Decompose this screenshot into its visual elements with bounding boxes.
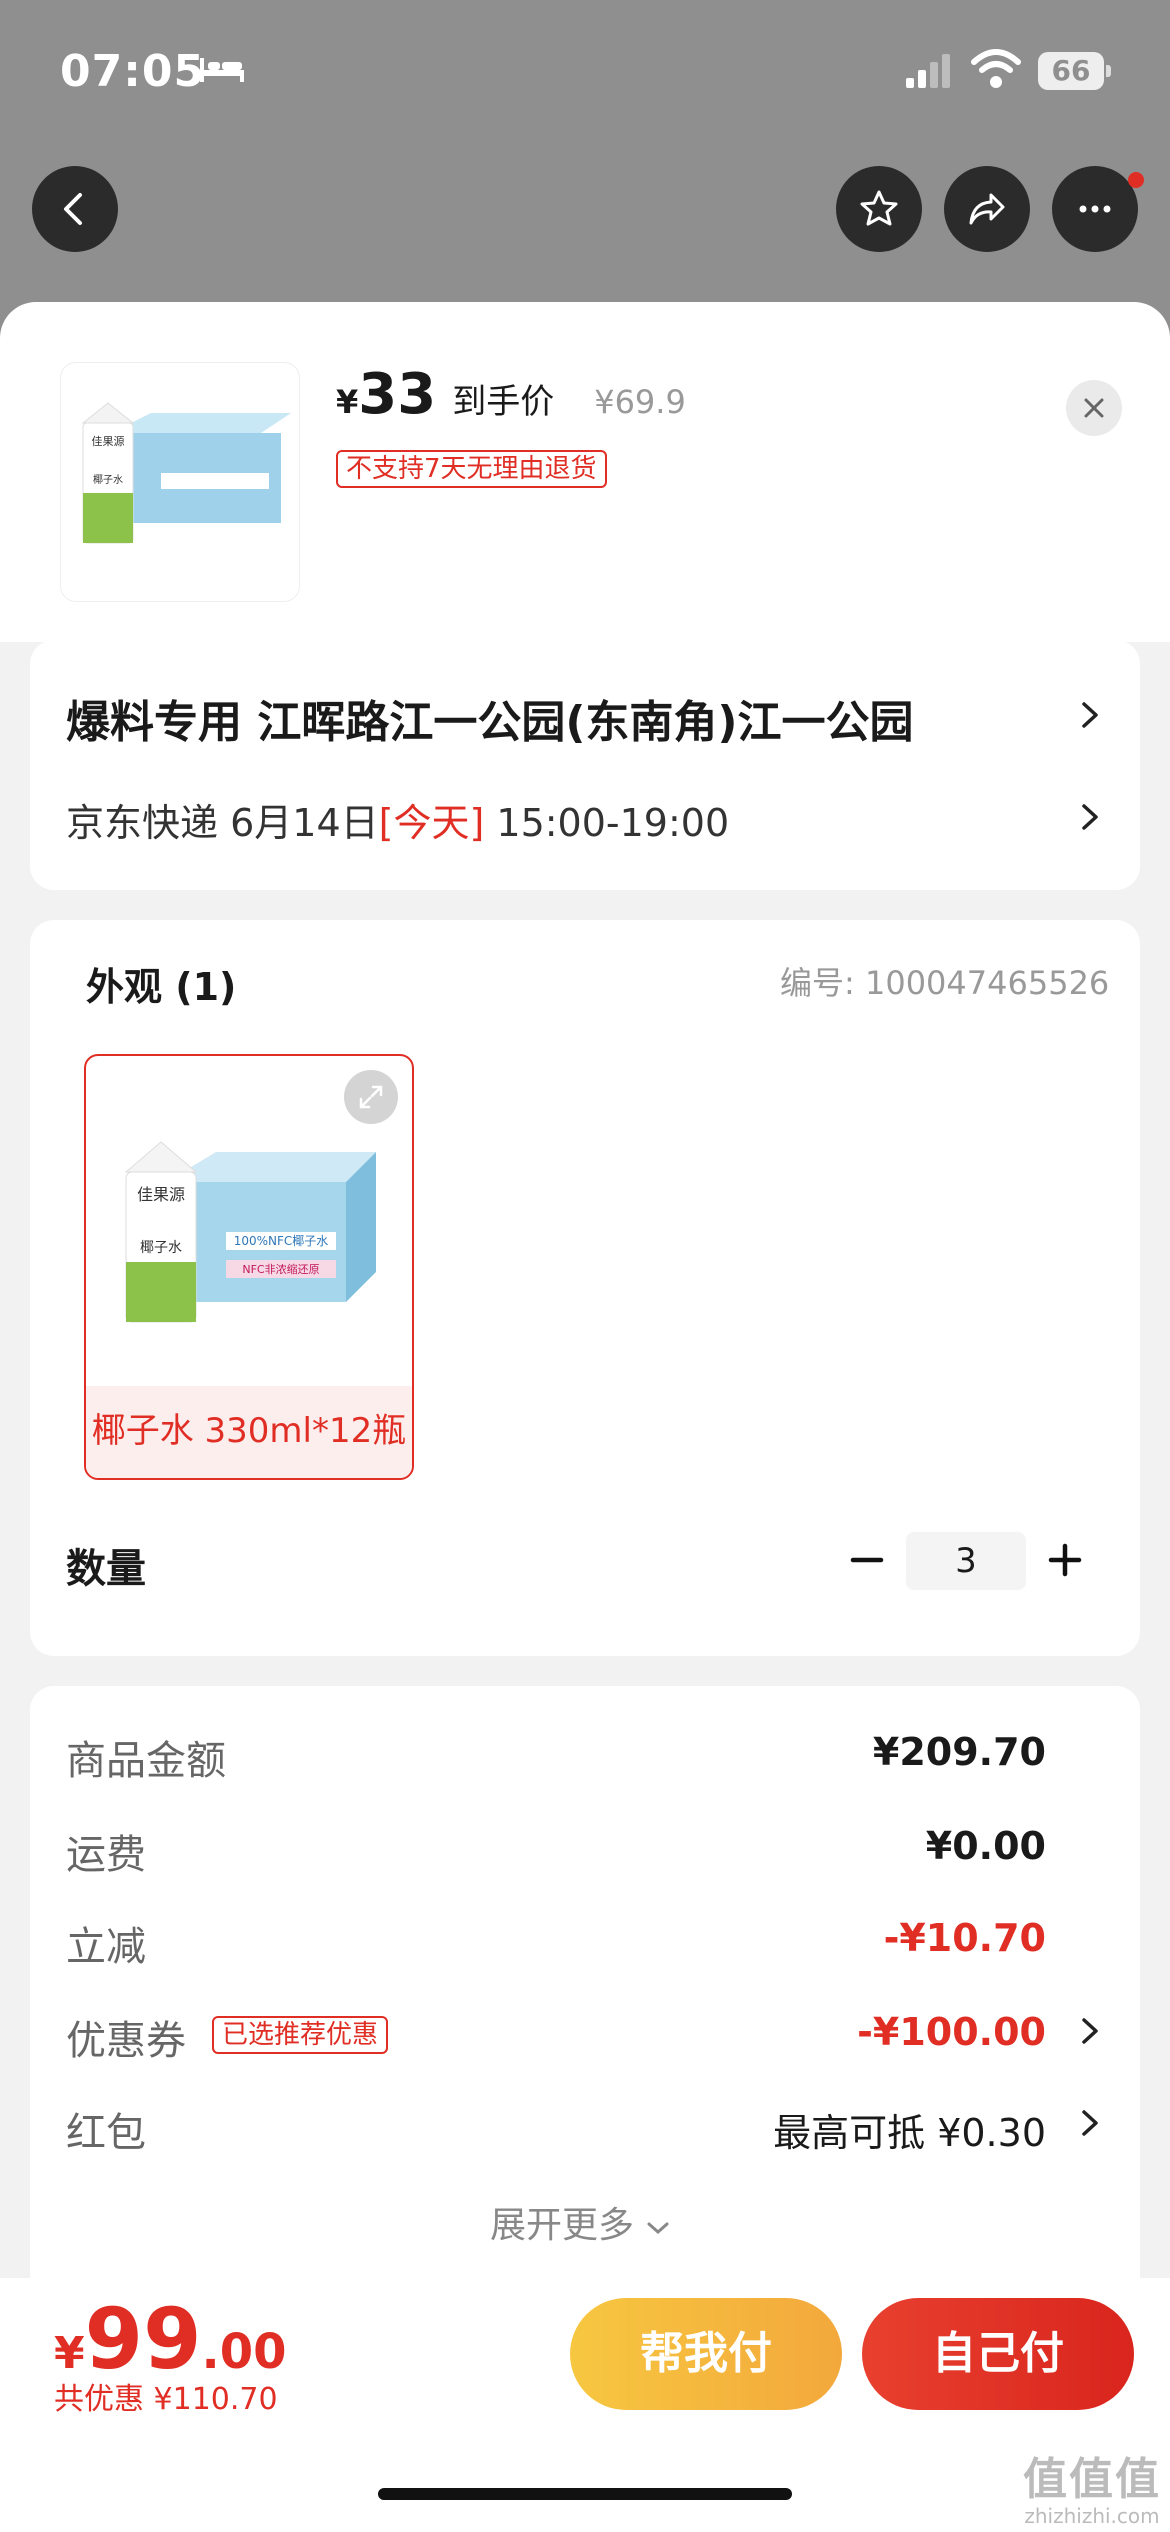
original-price: ¥69.9 (594, 383, 686, 421)
return-policy-badge: 不支持7天无理由退货 (336, 450, 607, 488)
watermark: 值值值 zhizhizhi.com (1022, 2454, 1162, 2529)
pay-myself-button[interactable]: 自己付 (862, 2298, 1134, 2410)
fee-value-discount: -¥10.70 (883, 1916, 1046, 1960)
sku-number: 编号: 100047465526 (780, 958, 1109, 1004)
watermark-mark: 值值值 (1023, 2454, 1161, 2505)
more-options-button[interactable] (1052, 166, 1138, 252)
thumb-brand-text: 佳果源 (92, 434, 125, 448)
chevron-down-icon (647, 2222, 669, 2235)
sku-value: 100047465526 (864, 964, 1110, 1002)
wifi-icon (971, 49, 1021, 88)
fee-value-goods: ¥209.70 (872, 1730, 1046, 1774)
plus-icon[interactable] (1048, 1540, 1082, 1580)
fee-value-coupon[interactable]: -¥100.00 (857, 2010, 1046, 2054)
delivery-date: 6月14日 (230, 801, 379, 845)
fee-label-redpacket[interactable]: 红包 (66, 2100, 146, 2158)
coupon-badge: 已选推荐优惠 (212, 2016, 389, 2054)
product-thumbnail[interactable]: 佳果源 椰子水 (60, 362, 300, 602)
final-price: 33 (358, 362, 437, 427)
minus-icon[interactable] (850, 1540, 884, 1580)
spec-option-label: 椰子水 330ml*12瓶 (86, 1386, 412, 1478)
star-icon (860, 190, 898, 226)
price-currency: ¥ (336, 383, 359, 421)
price-summary: ¥ 33 到手价 ¥69.9 (336, 362, 686, 427)
quantity-label: 数量 (66, 1546, 146, 1592)
fee-label-discount: 立减 (66, 1924, 146, 1970)
fee-label-goods: 商品金额 (66, 1738, 226, 1784)
share-button[interactable] (944, 166, 1030, 252)
expand-icon[interactable] (344, 1070, 398, 1124)
help-me-pay-button[interactable]: 帮我付 (570, 2298, 842, 2410)
coconut-water-product-image: 佳果源 椰子水 (81, 402, 291, 544)
battery-tip (1106, 65, 1111, 77)
total-savings: 共优惠 ¥110.70 (54, 2382, 278, 2417)
close-icon (1084, 398, 1104, 418)
final-price-label: 到手价 (452, 382, 555, 422)
shipping-info[interactable]: 京东快递 6月14日[今天] 15:00-19:00 (66, 792, 729, 847)
battery-level: 66 (1038, 52, 1104, 90)
bottle-brand-text: 佳果源 (137, 1185, 185, 1204)
status-time: 07:05 (60, 46, 206, 97)
chevron-right-icon[interactable] (1078, 698, 1102, 732)
quantity-stepper-value[interactable]: 3 (906, 1532, 1026, 1590)
thumb-label-text: 椰子水 (93, 473, 123, 486)
total-currency: ¥ (54, 2328, 85, 2379)
spec-title: 外观 (1) (86, 965, 237, 1009)
delivery-address[interactable]: 爆料专用 江晖路江一公园(东南角)江一公园 (66, 686, 1026, 750)
watermark-site: zhizhizhi.com (1024, 2504, 1160, 2528)
box-text: 100%NFC椰子水 (234, 1233, 329, 1248)
spec-option-selected[interactable]: 100%NFC椰子水 NFC非浓缩还原 佳果源 椰子水 椰子水 330ml*12… (84, 1054, 414, 1480)
home-indicator (378, 2488, 792, 2500)
bottle-label-text: 椰子水 (140, 1240, 182, 1256)
chevron-right-icon[interactable] (1078, 800, 1102, 834)
delivery-window: 15:00-19:00 (496, 801, 730, 845)
notification-dot (1128, 172, 1144, 188)
cellular-signal-icon (906, 54, 950, 88)
chevron-left-icon (64, 193, 82, 225)
close-button[interactable] (1066, 380, 1122, 436)
coconut-water-option-image: 100%NFC椰子水 NFC非浓缩还原 佳果源 椰子水 (124, 1141, 376, 1323)
chevron-right-icon[interactable] (1078, 2014, 1102, 2048)
total-decimal: .00 (201, 2324, 287, 2380)
sleep-focus-icon (200, 58, 244, 82)
battery-indicator: 66 (1038, 52, 1112, 90)
favorite-button[interactable] (836, 166, 922, 252)
expand-more-label: 展开更多 (490, 2205, 635, 2246)
more-dots-icon (1079, 205, 1111, 213)
today-tag: [今天] (378, 801, 485, 845)
fee-label-shipping: 运费 (66, 1832, 146, 1878)
expand-more-link[interactable]: 展开更多 (490, 2196, 671, 2248)
fee-value-redpacket[interactable]: 最高可抵 ¥0.30 (773, 2102, 1046, 2157)
chevron-right-icon[interactable] (1078, 2106, 1102, 2140)
back-button[interactable] (32, 166, 118, 252)
share-icon (969, 193, 1005, 225)
address-card[interactable] (30, 640, 1140, 890)
box-sub-text: NFC非浓缩还原 (242, 1263, 319, 1276)
sku-label: 编号: (780, 964, 855, 1002)
fee-label-coupon[interactable]: 优惠券 (66, 2008, 186, 2066)
fee-value-shipping: ¥0.00 (925, 1824, 1046, 1868)
carrier-name: 京东快递 (66, 801, 219, 845)
